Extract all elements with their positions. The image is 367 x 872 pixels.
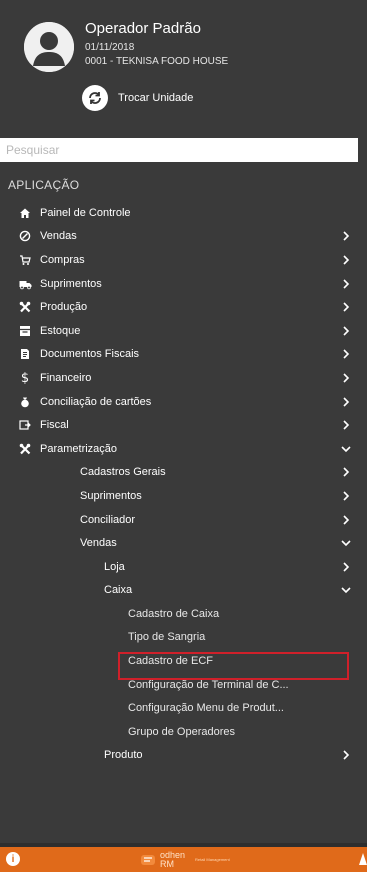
menu-item-label: Financeiro <box>40 371 92 384</box>
user-unit: 0001 - TEKNISA FOOD HOUSE <box>85 56 229 67</box>
chevron-down-icon[interactable] <box>341 585 351 595</box>
menu-item-fiscal[interactable]: Fiscal <box>0 413 367 437</box>
menu-item-label: Vendas <box>40 230 77 243</box>
menu-item-label: Configuração Menu de Produt... <box>128 702 284 715</box>
menu-item-label: Produção <box>40 301 88 314</box>
chevron-right-icon[interactable] <box>341 326 351 336</box>
chevron-right-icon[interactable] <box>341 231 351 241</box>
user-name: Operador Padrão <box>85 20 201 37</box>
chevron-right-icon[interactable] <box>341 373 351 383</box>
menu-item-label: Cadastro de ECF <box>128 655 213 668</box>
menu-item-label: Fiscal <box>40 419 69 432</box>
menu-item-label: Parametrização <box>40 442 118 455</box>
menu-item-label: Compras <box>40 253 85 266</box>
tools-icon <box>18 442 32 456</box>
menu-item-estoque[interactable]: Estoque <box>0 319 367 343</box>
menu-item-producao[interactable]: Produção <box>0 295 367 319</box>
menu-item-label: Suprimentos <box>40 277 102 290</box>
menu-item-documentos-fiscais[interactable]: Documentos Fiscais <box>0 343 367 367</box>
menu-item-cadastro-de-caixa[interactable]: Cadastro de Caixa <box>0 602 367 626</box>
avatar <box>24 22 74 72</box>
menu-item-label: Cadastro de Caixa <box>128 607 220 620</box>
menu-item-conciliador[interactable]: Conciliador <box>0 508 367 532</box>
menu-item-vendas[interactable]: Vendas <box>0 225 367 249</box>
menu-item-painel-de-controle[interactable]: Painel de Controle <box>0 201 367 225</box>
stock-icon <box>18 324 32 338</box>
menu-item-label: Tipo de Sangria <box>128 631 206 644</box>
menu-item-label: Cadastros Gerais <box>80 466 166 479</box>
chevron-right-icon[interactable] <box>341 467 351 477</box>
chevron-down-icon[interactable] <box>341 444 351 454</box>
chevron-right-icon[interactable] <box>341 491 351 501</box>
menu-item-label: Caixa <box>104 584 133 597</box>
document-icon <box>18 347 32 361</box>
menu-item-financeiro[interactable]: $ Financeiro <box>0 366 367 390</box>
chevron-right-icon[interactable] <box>341 562 351 572</box>
menu-item-label: Documentos Fiscais <box>40 348 140 361</box>
switch-unit-label: Trocar Unidade <box>118 92 194 104</box>
card-icon <box>18 395 32 409</box>
brand-sub: RM <box>160 858 174 869</box>
menu-item-label: Conciliação de cartões <box>40 395 152 408</box>
user-date: 01/11/2018 <box>85 42 135 53</box>
chevron-down-icon[interactable] <box>341 538 351 548</box>
menu-item-label: Vendas <box>80 537 117 550</box>
user-avatar-icon <box>24 22 74 72</box>
menu-item-label: Estoque <box>40 324 81 337</box>
home-icon <box>18 206 32 220</box>
menu-item-conciliacao-de-cartoes[interactable]: Conciliação de cartões <box>0 390 367 414</box>
truck-icon <box>18 277 32 291</box>
menu-item-suprimentos[interactable]: Suprimentos <box>0 484 367 508</box>
chevron-right-icon[interactable] <box>341 750 351 761</box>
user-profile: Operador Padrão 01/11/2018 0001 - TEKNIS… <box>0 0 367 130</box>
tools-icon <box>18 300 32 314</box>
search-input[interactable] <box>0 138 358 162</box>
chevron-right-icon[interactable] <box>341 302 351 312</box>
menu-item-label: Configuração de Terminal de C... <box>128 678 289 691</box>
menu-item-configuracao-de-terminal-de-c[interactable]: Configuração de Terminal de C... <box>0 673 367 697</box>
menu-item-cadastro-de-ecf[interactable]: Cadastro de ECF <box>0 649 367 673</box>
chevron-right-icon[interactable] <box>341 255 351 265</box>
chevron-right-icon[interactable] <box>341 514 351 525</box>
menu-item-suprimentos[interactable]: Suprimentos <box>0 272 367 296</box>
menu-item-caixa[interactable]: Caixa <box>0 579 367 603</box>
menu-item-label: Suprimentos <box>80 489 142 502</box>
menu-item-label: Grupo de Operadores <box>128 725 236 738</box>
chevron-right-icon[interactable] <box>341 279 351 289</box>
fiscal-icon <box>18 418 32 432</box>
menu-item-label: Conciliador <box>80 513 136 526</box>
menu-item-grupo-de-operadores[interactable]: Grupo de Operadores <box>0 720 367 744</box>
sidebar-menu: Painel de Controle Vendas Compras Supriment… <box>0 201 367 767</box>
menu-item-produto[interactable]: Produto <box>0 744 367 768</box>
chevron-right-icon[interactable] <box>341 396 351 407</box>
menu-item-label: Loja <box>104 560 125 573</box>
sales-icon <box>18 229 32 243</box>
refresh-icon <box>82 85 108 111</box>
svg-text:$: $ <box>21 371 29 384</box>
chevron-right-icon[interactable] <box>341 349 351 359</box>
section-title: APLICAÇÃO <box>8 178 80 192</box>
menu-item-label: Produto <box>104 749 143 762</box>
dollar-icon: $ <box>18 371 32 385</box>
menu-item-vendas[interactable]: Vendas <box>0 531 367 555</box>
menu-item-tipo-de-sangria[interactable]: Tipo de Sangria <box>0 626 367 650</box>
brand-tag: Retail Management <box>195 857 230 862</box>
brand-mark-icon <box>141 854 155 865</box>
info-icon[interactable]: i <box>6 852 20 866</box>
menu-item-configuracao-menu-de-produt[interactable]: Configuração Menu de Produt... <box>0 696 367 720</box>
cart-icon <box>18 253 32 267</box>
menu-item-label: Painel de Controle <box>40 206 131 219</box>
footer-bar: i odhen RM Retail Management <box>0 847 367 872</box>
menu-item-cadastros-gerais[interactable]: Cadastros Gerais <box>0 461 367 485</box>
chevron-right-icon[interactable] <box>341 420 351 430</box>
switch-unit-button[interactable]: Trocar Unidade <box>82 85 193 111</box>
menu-item-compras[interactable]: Compras <box>0 248 367 272</box>
menu-item-loja[interactable]: Loja <box>0 555 367 579</box>
menu-item-parametrizacao[interactable]: Parametrização <box>0 437 367 461</box>
brand-logo: odhen RM Retail Management <box>140 849 230 870</box>
warning-icon[interactable] <box>357 852 367 866</box>
